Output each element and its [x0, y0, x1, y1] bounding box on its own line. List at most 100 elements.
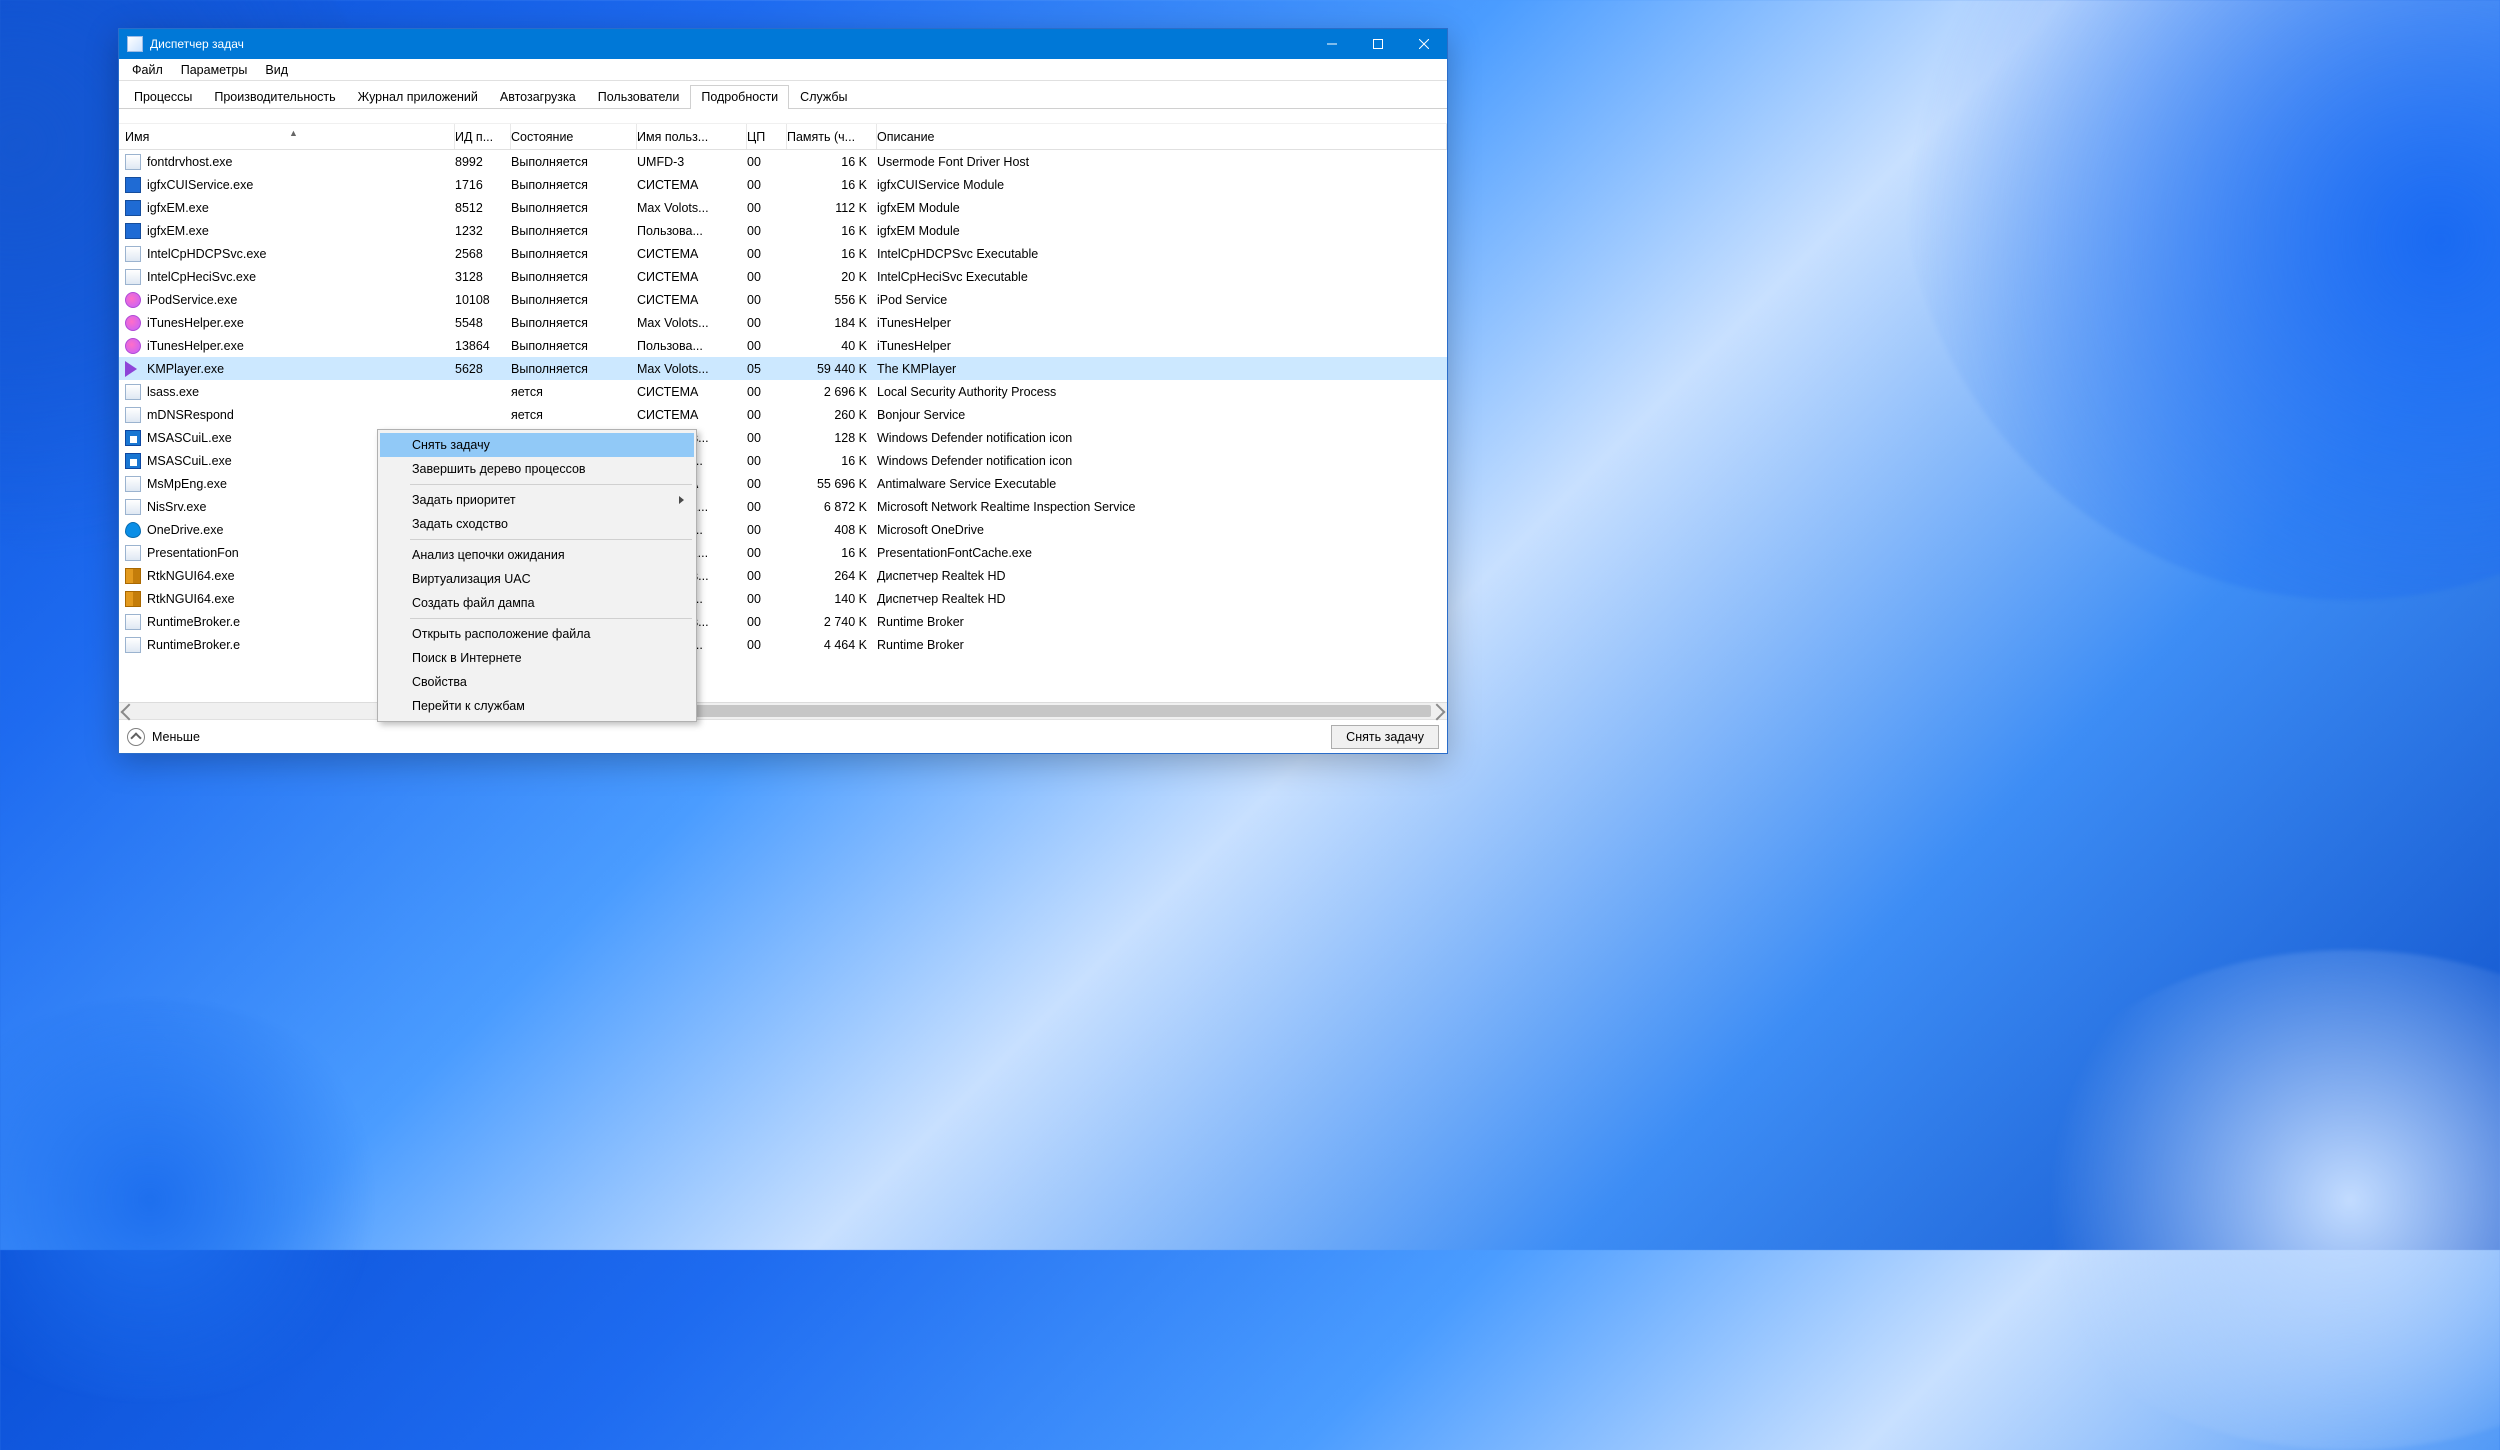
process-name: RuntimeBroker.e [147, 638, 240, 652]
tab-процессы[interactable]: Процессы [123, 85, 203, 109]
process-icon [125, 614, 141, 630]
process-name: IntelCpHDCPSvc.exe [147, 247, 267, 261]
process-state: Выполняется [511, 247, 637, 261]
table-row[interactable]: iPodService.exe10108ВыполняетсяСИСТЕМА00… [119, 288, 1447, 311]
process-pid: 8512 [455, 201, 511, 215]
table-row[interactable]: RuntimeBroker.eяетсяПользова...004 464 K… [119, 633, 1447, 656]
process-memory: 55 696 K [787, 477, 877, 491]
context-menu-item[interactable]: Создать файл дампа [380, 591, 694, 615]
table-row[interactable]: KMPlayer.exe5628ВыполняетсяMax Volots...… [119, 357, 1447, 380]
scrollbar-thumb[interactable] [599, 705, 1431, 717]
process-cpu: 00 [747, 316, 787, 330]
table-row[interactable]: IntelCpHeciSvc.exe3128ВыполняетсяСИСТЕМА… [119, 265, 1447, 288]
process-description: iTunesHelper [877, 339, 1447, 353]
process-user: Max Volots... [637, 362, 747, 376]
context-menu-item[interactable]: Завершить дерево процессов [380, 457, 694, 481]
menu-файл[interactable]: Файл [123, 61, 172, 79]
process-rows[interactable]: fontdrvhost.exe8992ВыполняетсяUMFD-30016… [119, 150, 1447, 702]
process-user: СИСТЕМА [637, 385, 747, 399]
process-cpu: 05 [747, 362, 787, 376]
maximize-button[interactable] [1355, 29, 1401, 59]
context-menu[interactable]: Снять задачуЗавершить дерево процессов За… [377, 429, 697, 722]
process-cpu: 00 [747, 224, 787, 238]
end-task-button[interactable]: Снять задачу [1331, 725, 1439, 749]
process-cpu: 00 [747, 615, 787, 629]
process-name: IntelCpHeciSvc.exe [147, 270, 256, 284]
context-menu-item[interactable]: Виртуализация UAC [380, 567, 694, 591]
context-menu-item[interactable]: Перейти к службам [380, 694, 694, 718]
col-header-state[interactable]: Состояние [511, 124, 637, 149]
process-cpu: 00 [747, 408, 787, 422]
context-menu-item[interactable]: Задать сходство [380, 512, 694, 536]
menu-параметры[interactable]: Параметры [172, 61, 257, 79]
table-row[interactable]: igfxEM.exe1232ВыполняетсяПользова...0016… [119, 219, 1447, 242]
process-user: СИСТЕМА [637, 178, 747, 192]
process-description: Windows Defender notification icon [877, 431, 1447, 445]
table-row[interactable]: fontdrvhost.exe8992ВыполняетсяUMFD-30016… [119, 150, 1447, 173]
context-menu-item[interactable]: Задать приоритет [380, 488, 694, 512]
task-manager-window: Диспетчер задач ФайлПараметрыВид Процесс… [118, 28, 1448, 754]
process-cpu: 00 [747, 546, 787, 560]
process-memory: 2 740 K [787, 615, 877, 629]
table-row[interactable]: OneDrive.exeяетсяПользова...00408 KMicro… [119, 518, 1447, 541]
context-menu-item[interactable]: Анализ цепочки ожидания [380, 543, 694, 567]
tab-службы[interactable]: Службы [789, 85, 858, 109]
col-header-desc[interactable]: Описание [877, 124, 1447, 149]
window-title: Диспетчер задач [150, 37, 244, 51]
process-cpu: 00 [747, 592, 787, 606]
tab-подробности[interactable]: Подробности [690, 85, 789, 109]
col-header-memory[interactable]: Память (ч... [787, 124, 877, 149]
minimize-button[interactable] [1309, 29, 1355, 59]
table-row[interactable]: PresentationFonяетсяLOCAL SE...0016 KPre… [119, 541, 1447, 564]
process-name: PresentationFon [147, 546, 239, 560]
menubar: ФайлПараметрыВид [119, 59, 1447, 81]
table-row[interactable]: RtkNGUI64.exeяетсяПользова...00140 KДисп… [119, 587, 1447, 610]
context-menu-item[interactable]: Поиск в Интернете [380, 646, 694, 670]
titlebar[interactable]: Диспетчер задач [119, 29, 1447, 59]
col-header-cpu[interactable]: ЦП [747, 124, 787, 149]
process-cpu: 00 [747, 500, 787, 514]
table-row[interactable]: MSASCuiL.exeяетсяMax Volots...00128 KWin… [119, 426, 1447, 449]
process-icon [125, 522, 141, 538]
process-name: iTunesHelper.exe [147, 316, 244, 330]
process-description: Antimalware Service Executable [877, 477, 1447, 491]
process-memory: 2 696 K [787, 385, 877, 399]
process-description: Bonjour Service [877, 408, 1447, 422]
tab-автозагрузка[interactable]: Автозагрузка [489, 85, 587, 109]
horizontal-scrollbar[interactable] [119, 702, 1447, 719]
context-menu-item[interactable]: Снять задачу [380, 433, 694, 457]
table-row[interactable]: IntelCpHDCPSvc.exe2568ВыполняетсяСИСТЕМА… [119, 242, 1447, 265]
col-header-pid[interactable]: ИД п... [455, 124, 511, 149]
table-row[interactable]: RuntimeBroker.eяетсяMax Volots...002 740… [119, 610, 1447, 633]
process-memory: 20 K [787, 270, 877, 284]
context-menu-item[interactable]: Свойства [380, 670, 694, 694]
process-name: OneDrive.exe [147, 523, 223, 537]
context-menu-separator [410, 618, 692, 619]
menu-вид[interactable]: Вид [256, 61, 297, 79]
submenu-arrow-icon [679, 496, 684, 504]
table-row[interactable]: iTunesHelper.exe13864ВыполняетсяПользова… [119, 334, 1447, 357]
table-row[interactable]: MsMpEng.exeяетсяСИСТЕМА0055 696 KAntimal… [119, 472, 1447, 495]
table-row[interactable]: MSASCuiL.exeяетсяПользова...0016 KWindow… [119, 449, 1447, 472]
table-row[interactable]: RtkNGUI64.exeяетсяMax Volots...00264 KДи… [119, 564, 1447, 587]
tab-пользователи[interactable]: Пользователи [587, 85, 691, 109]
process-memory: 6 872 K [787, 500, 877, 514]
table-row[interactable]: NisSrv.exeяетсяLOCAL SE...006 872 KMicro… [119, 495, 1447, 518]
table-row[interactable]: igfxEM.exe8512ВыполняетсяMax Volots...00… [119, 196, 1447, 219]
tab-производительность[interactable]: Производительность [203, 85, 346, 109]
process-description: iTunesHelper [877, 316, 1447, 330]
process-icon [125, 384, 141, 400]
process-user: Max Volots... [637, 316, 747, 330]
process-description: IntelCpHDCPSvc Executable [877, 247, 1447, 261]
table-row[interactable]: iTunesHelper.exe5548ВыполняетсяMax Volot… [119, 311, 1447, 334]
process-cpu: 00 [747, 569, 787, 583]
fewer-details-button[interactable]: Меньше [127, 728, 200, 746]
table-row[interactable]: igfxCUIService.exe1716ВыполняетсяСИСТЕМА… [119, 173, 1447, 196]
table-row[interactable]: mDNSRespondяетсяСИСТЕМА00260 KBonjour Se… [119, 403, 1447, 426]
col-header-user[interactable]: Имя польз... [637, 124, 747, 149]
process-description: igfxCUIService Module [877, 178, 1447, 192]
context-menu-item[interactable]: Открыть расположение файла [380, 622, 694, 646]
tab-журнал приложений[interactable]: Журнал приложений [347, 85, 489, 109]
table-row[interactable]: lsass.exeяетсяСИСТЕМА002 696 KLocal Secu… [119, 380, 1447, 403]
close-button[interactable] [1401, 29, 1447, 59]
